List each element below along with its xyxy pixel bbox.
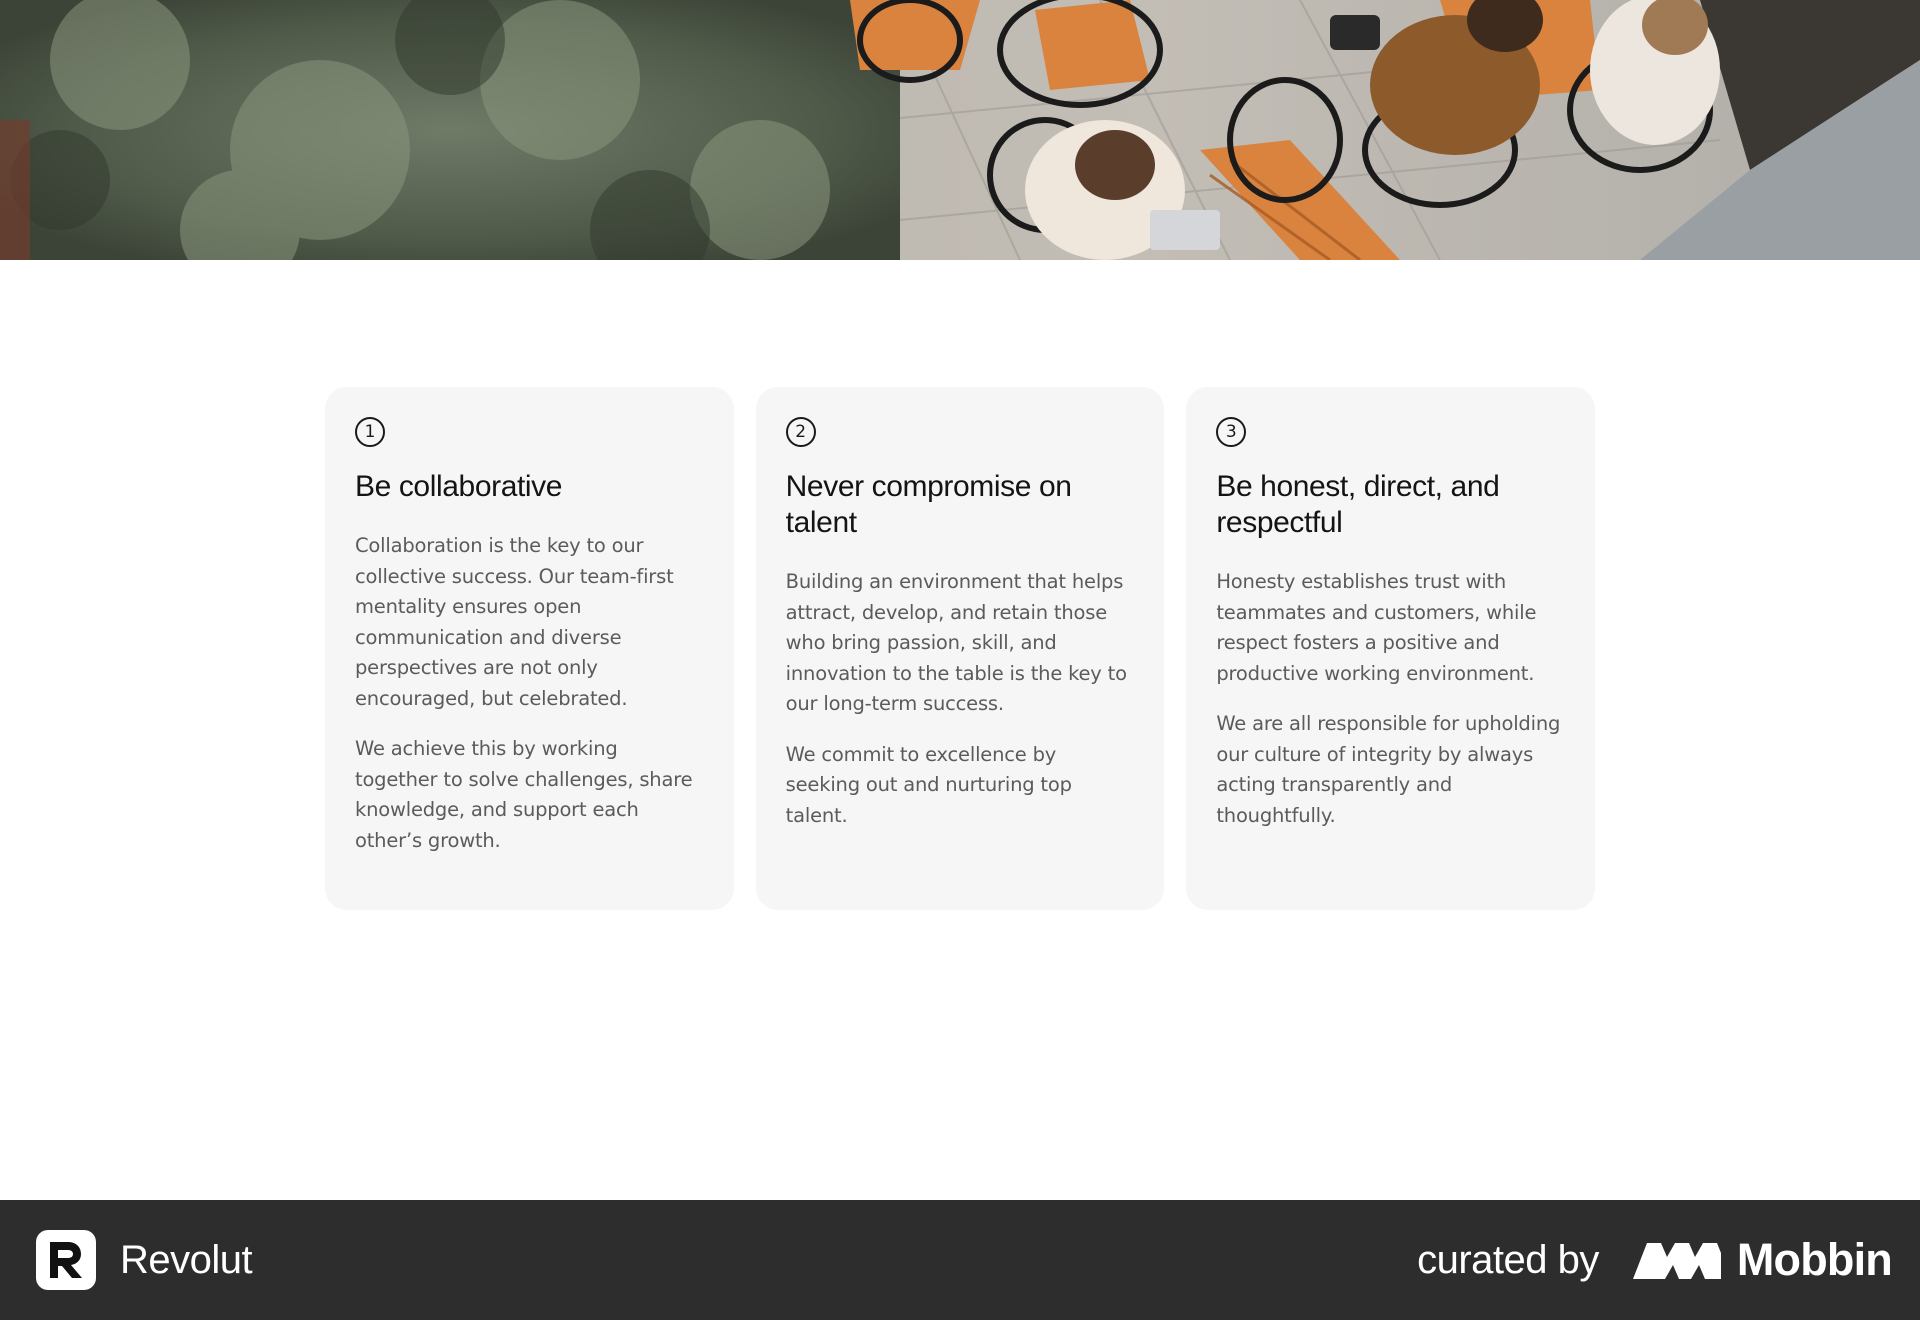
number-two-icon: 2 bbox=[785, 417, 816, 447]
curated-by: curated by Mobbin bbox=[1417, 1234, 1893, 1286]
value-description: Collaboration is the key to our collecti… bbox=[355, 531, 704, 856]
value-title: Never compromise on talent bbox=[785, 470, 1072, 539]
value-paragraph: We commit to excellence by seeking out a… bbox=[785, 742, 1072, 827]
value-description: Honesty establishes trust with teammates… bbox=[1216, 567, 1565, 831]
mobbin-brand: Mobbin bbox=[1632, 1234, 1893, 1286]
footer-bar: Revolut curated by Mobbin bbox=[0, 1200, 1920, 1320]
revolut-logo-icon bbox=[36, 1230, 96, 1290]
number-three-icon: 3 bbox=[1216, 417, 1247, 447]
value-paragraph: Building an environment that helps attra… bbox=[785, 570, 1127, 715]
brand-name: Revolut bbox=[120, 1237, 253, 1282]
hero-image bbox=[0, 0, 1920, 260]
value-card-collaborative: 1 Be collaborative Collaboration is the … bbox=[325, 387, 734, 910]
brand: Revolut bbox=[36, 1230, 253, 1290]
value-description: Building an environment that helps attra… bbox=[786, 567, 1135, 831]
value-title: Be collaborative bbox=[355, 470, 563, 503]
value-card-talent: 2 Never compromise on talent Building an… bbox=[755, 387, 1165, 910]
number-one-icon: 1 bbox=[355, 417, 385, 447]
mobbin-name: Mobbin bbox=[1736, 1234, 1893, 1285]
value-paragraph: Collaboration is the key to our collecti… bbox=[355, 534, 674, 710]
curated-label: curated by bbox=[1417, 1237, 1599, 1282]
page: 1 Be collaborative Collaboration is the … bbox=[0, 0, 1920, 1320]
value-card-honest: 3 Be honest, direct, and respectful Hone… bbox=[1186, 387, 1596, 910]
value-title: Be honest, direct, and respectful bbox=[1216, 470, 1500, 539]
mobbin-logo-icon bbox=[1632, 1243, 1721, 1279]
value-paragraph: We achieve this by working together to s… bbox=[355, 737, 693, 852]
value-paragraph: Honesty establishes trust with teammates… bbox=[1216, 570, 1537, 685]
values-section: 1 Be collaborative Collaboration is the … bbox=[325, 387, 1596, 910]
value-paragraph: We are all responsible for upholding our… bbox=[1216, 712, 1561, 827]
